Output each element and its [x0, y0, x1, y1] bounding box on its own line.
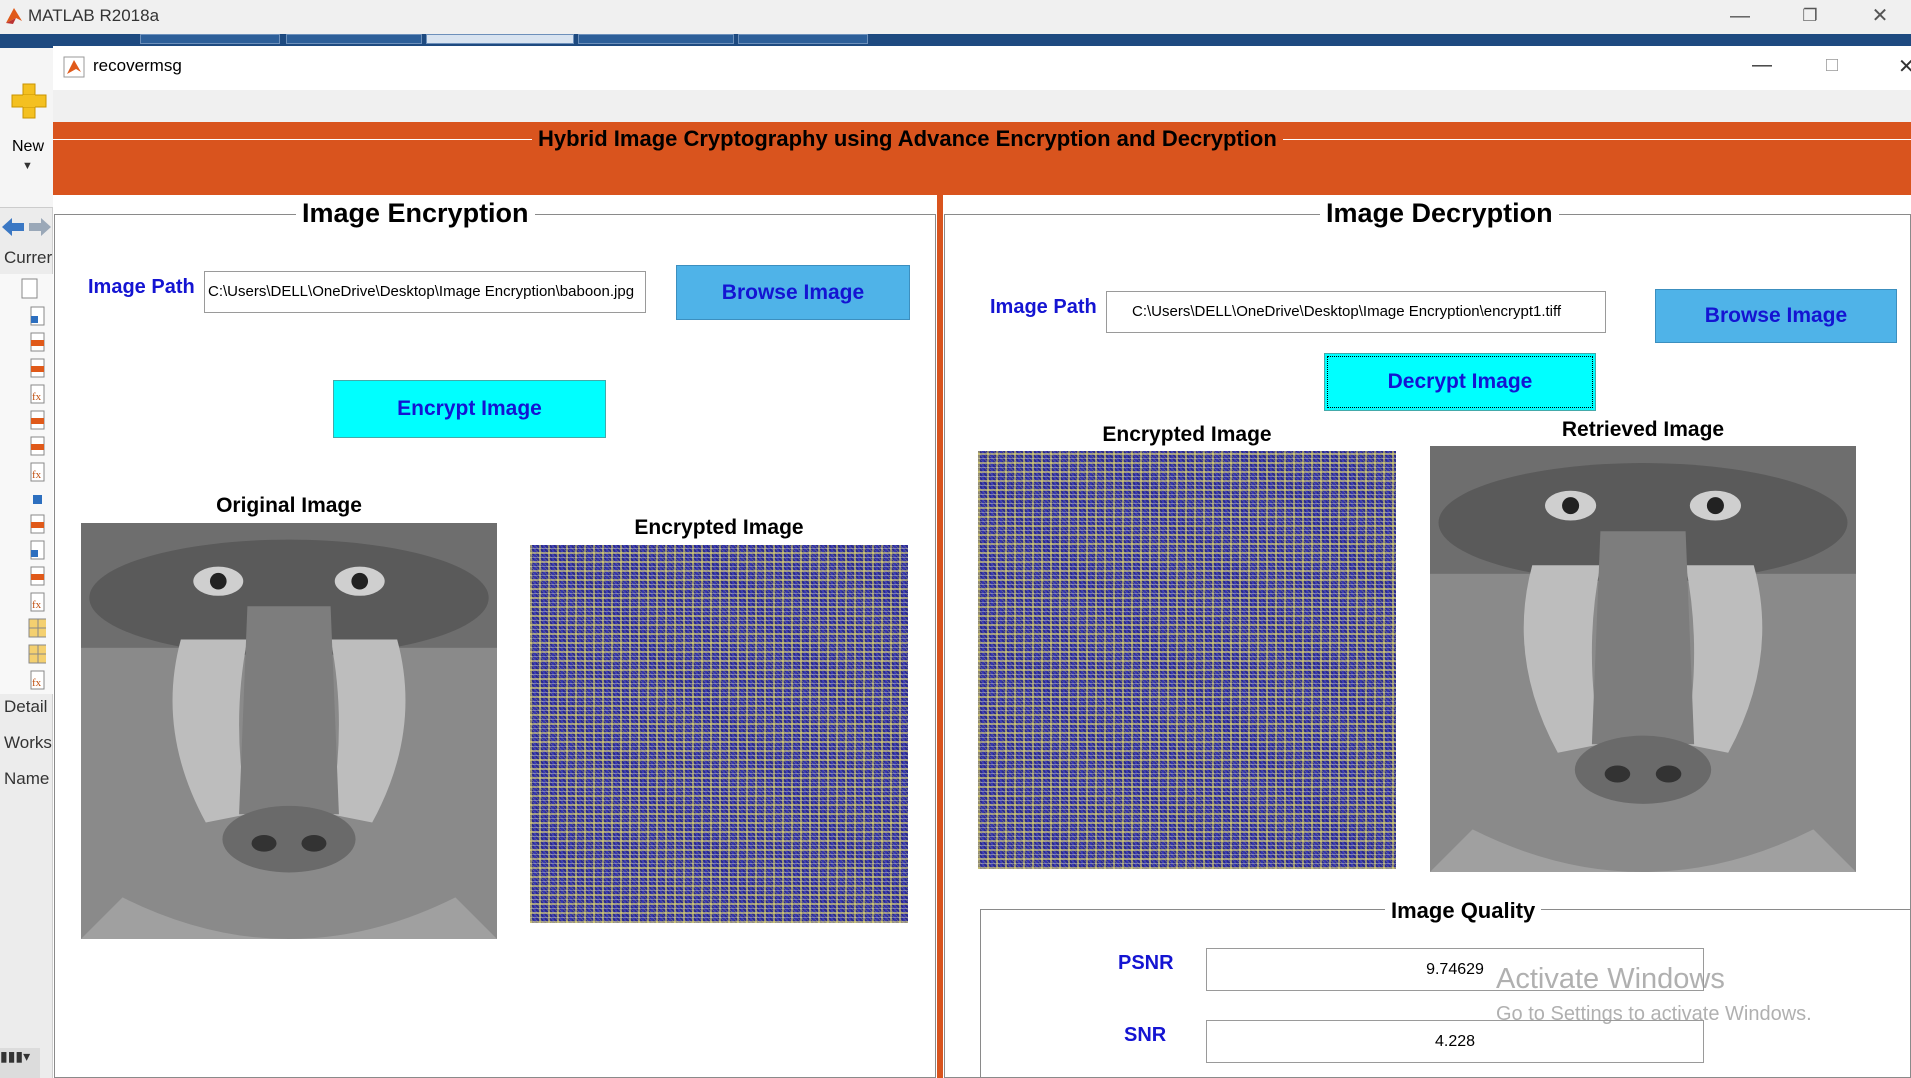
retrieved-image	[1430, 446, 1856, 872]
figure-close-icon[interactable]: ✕	[1898, 54, 1911, 79]
original-image-caption: Original Image	[81, 494, 497, 518]
matlab-window-title: MATLAB R2018a	[28, 6, 159, 26]
function-file-icon[interactable]: fx	[28, 670, 46, 690]
encryption-path-label: Image Path	[88, 276, 195, 299]
close-icon[interactable]: ✕	[1856, 2, 1904, 30]
matlab-logo-icon	[4, 6, 24, 26]
decrypt-image-button[interactable]: Decrypt Image	[1324, 353, 1596, 411]
name-column-label[interactable]: Name	[4, 769, 53, 789]
encryption-browse-button[interactable]: Browse Image	[676, 265, 910, 320]
decryption-browse-button[interactable]: Browse Image	[1655, 289, 1897, 343]
activate-windows-hint: Go to Settings to activate Windows.	[1496, 1003, 1812, 1026]
retrieved-image-caption: Retrieved Image	[1430, 418, 1856, 442]
encrypt-image-button[interactable]: Encrypt Image	[333, 380, 606, 438]
mat-file-icon[interactable]	[28, 332, 46, 352]
grid-file-icon[interactable]	[28, 644, 46, 664]
ribbon-tab[interactable]	[140, 34, 280, 44]
figure-titlebar	[53, 46, 1911, 90]
figure-minimize-icon[interactable]: —	[1752, 54, 1772, 77]
ribbon-tab[interactable]	[286, 34, 422, 44]
encrypted-image-caption: Encrypted Image	[530, 516, 908, 540]
matlab-figure-icon	[63, 56, 85, 78]
current-folder-label[interactable]: Currer	[4, 248, 53, 268]
status-bar-grip-icon: ▮▮▮▾	[0, 1048, 40, 1078]
new-button-label[interactable]: New	[12, 138, 44, 156]
mat-file-icon[interactable]	[28, 410, 46, 430]
decryption-encrypted-image	[978, 451, 1396, 869]
back-forward-arrows-icon[interactable]	[0, 214, 53, 240]
baboon-image-icon	[81, 523, 497, 939]
ribbon-tab[interactable]	[426, 34, 574, 44]
snr-label: SNR	[1124, 1024, 1166, 1047]
decryption-panel-title: Image Decryption	[1320, 198, 1559, 229]
function-file-icon[interactable]: fx	[28, 462, 46, 482]
psnr-label: PSNR	[1118, 952, 1174, 975]
details-label[interactable]: Detail	[4, 697, 53, 717]
script-file-icon[interactable]	[28, 540, 46, 560]
restore-icon[interactable]: ❐	[1786, 2, 1834, 30]
new-plus-icon[interactable]	[10, 82, 48, 120]
script-file-icon[interactable]	[28, 306, 46, 326]
function-file-icon[interactable]: fx	[28, 592, 46, 612]
chevron-down-icon[interactable]: ▼	[22, 160, 33, 172]
original-image	[81, 523, 497, 939]
svg-text:fx: fx	[32, 391, 42, 403]
figure-file-icon[interactable]	[28, 490, 46, 510]
minimize-icon[interactable]: —	[1716, 2, 1764, 30]
mat-file-icon[interactable]	[28, 566, 46, 586]
svg-text:fx: fx	[32, 677, 42, 689]
matlab-ribbon	[0, 48, 53, 208]
mat-file-icon[interactable]	[28, 358, 46, 378]
baboon-image-icon	[1430, 446, 1856, 872]
encryption-panel-title: Image Encryption	[296, 198, 535, 229]
figure-maximize-icon[interactable]: □	[1826, 54, 1838, 77]
mat-file-icon[interactable]	[28, 514, 46, 534]
decryption-encrypted-caption: Encrypted Image	[978, 423, 1396, 447]
workspace-label[interactable]: Works	[4, 733, 53, 753]
figure-toolbar-area	[53, 90, 1911, 122]
file-icon	[20, 278, 40, 300]
ribbon-tab[interactable]	[578, 34, 734, 44]
snr-value-field[interactable]: 4.228	[1206, 1020, 1704, 1063]
decryption-path-input[interactable]: C:\Users\DELL\OneDrive\Desktop\Image Enc…	[1106, 291, 1606, 333]
ribbon-tab[interactable]	[738, 34, 868, 44]
matlab-titlebar	[0, 0, 1911, 34]
svg-text:fx: fx	[32, 599, 42, 611]
grid-file-icon[interactable]	[28, 618, 46, 638]
encrypted-image	[530, 545, 908, 923]
decryption-path-label: Image Path	[990, 296, 1097, 319]
mat-file-icon[interactable]	[28, 436, 46, 456]
function-file-icon[interactable]: fx	[28, 384, 46, 404]
figure-title: recovermsg	[93, 56, 182, 76]
app-title: Hybrid Image Cryptography using Advance …	[532, 126, 1283, 152]
svg-text:fx: fx	[32, 469, 42, 481]
image-quality-title: Image Quality	[1385, 898, 1541, 924]
activate-windows-watermark: Activate Windows	[1496, 963, 1725, 996]
encryption-path-input[interactable]: C:\Users\DELL\OneDrive\Desktop\Image Enc…	[204, 271, 646, 313]
